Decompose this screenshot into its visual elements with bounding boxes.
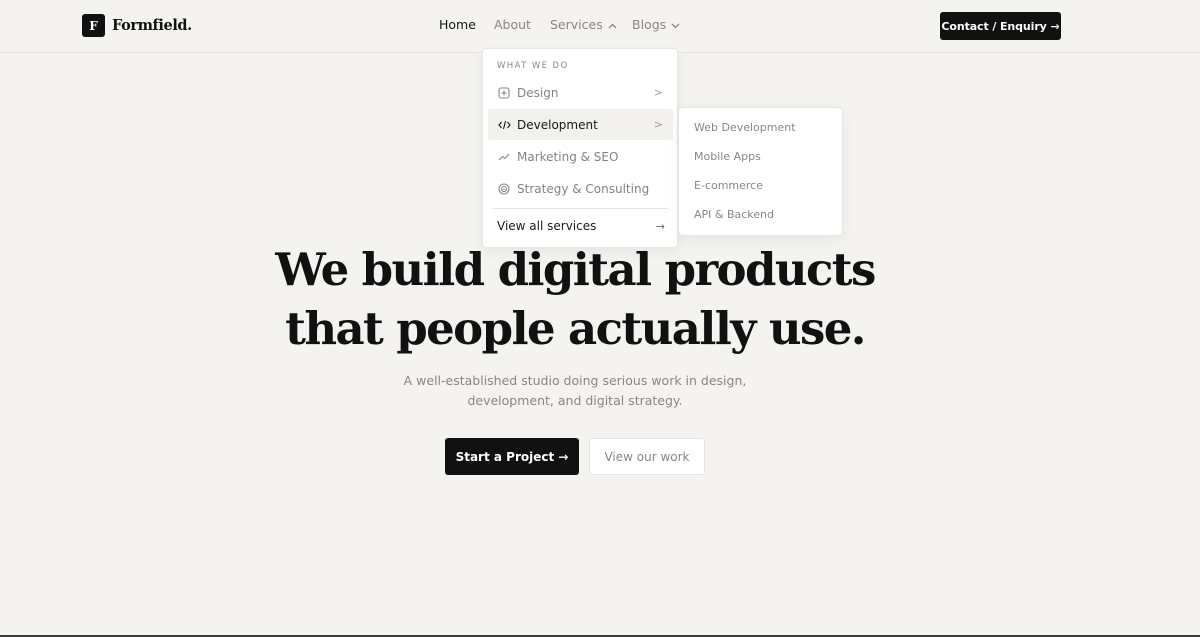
dropdown-item-label: Development	[517, 117, 598, 132]
hero-title: We build digital products that people ac…	[0, 240, 1150, 358]
nav-about[interactable]: About	[494, 17, 531, 32]
arrow-right-icon: →	[655, 219, 665, 233]
submenu-item-e-commerce[interactable]: E-commerce	[694, 179, 763, 192]
view-our-work-button[interactable]: View our work	[589, 438, 705, 475]
chevron-up-icon	[608, 17, 617, 32]
submenu-item-web-development[interactable]: Web Development	[694, 121, 796, 134]
chevron-right-icon: >	[653, 86, 663, 99]
start-project-button[interactable]: Start a Project →	[445, 438, 579, 475]
nav-services-label: Services	[550, 17, 603, 32]
hero-subtitle-line-2: development, and digital strategy.	[467, 393, 683, 408]
site-header: F Formfield. Home About Services Blogs C…	[0, 0, 1200, 53]
chevron-down-icon	[671, 17, 680, 32]
nav-blogs[interactable]: Blogs	[632, 17, 680, 32]
nav-blogs-label: Blogs	[632, 17, 667, 32]
dropdown-item-label: Marketing & SEO	[517, 149, 619, 164]
nav-services[interactable]: Services	[550, 17, 617, 32]
dropdown-item-marketing-seo[interactable]: Marketing & SEO	[488, 141, 673, 172]
dropdown-item-label: Strategy & Consulting	[517, 181, 650, 196]
dropdown-item-design[interactable]: Design >	[488, 77, 673, 108]
view-all-services-link[interactable]: View all services →	[497, 219, 665, 233]
hero-title-line-1: We build digital products	[275, 243, 876, 296]
contact-enquiry-button[interactable]: Contact / Enquiry →	[940, 12, 1061, 40]
logo-mark: F	[82, 14, 105, 37]
brand-name: Formfield.	[112, 17, 192, 34]
nav-about-label: About	[494, 17, 531, 32]
services-dropdown: WHAT WE DO Design > Development > Market…	[482, 48, 678, 248]
brand-logo[interactable]: F Formfield.	[82, 14, 192, 37]
submenu-item-mobile-apps[interactable]: Mobile Apps	[694, 150, 761, 163]
chevron-right-icon: >	[653, 118, 663, 131]
trend-line-icon	[497, 150, 511, 164]
submenu-item-api-backend[interactable]: API & Backend	[694, 208, 774, 221]
code-icon	[497, 118, 511, 132]
view-all-services-label: View all services	[497, 219, 597, 233]
dropdown-heading: WHAT WE DO	[497, 61, 569, 71]
nav-home-label: Home	[439, 17, 476, 32]
dropdown-item-label: Design	[517, 85, 559, 100]
page: F Formfield. Home About Services Blogs C…	[0, 0, 1200, 637]
target-icon	[497, 182, 511, 196]
plus-square-icon	[497, 86, 511, 100]
hero-title-line-2: that people actually use.	[285, 302, 866, 355]
dropdown-divider	[493, 208, 668, 209]
hero-subtitle: A well-established studio doing serious …	[0, 371, 1150, 411]
nav-home[interactable]: Home	[439, 17, 476, 32]
hero-subtitle-line-1: A well-established studio doing serious …	[403, 373, 747, 388]
development-submenu: Web Development Mobile Apps E-commerce A…	[678, 107, 843, 236]
dropdown-item-strategy-consulting[interactable]: Strategy & Consulting	[488, 173, 673, 204]
dropdown-item-development[interactable]: Development >	[488, 109, 673, 140]
